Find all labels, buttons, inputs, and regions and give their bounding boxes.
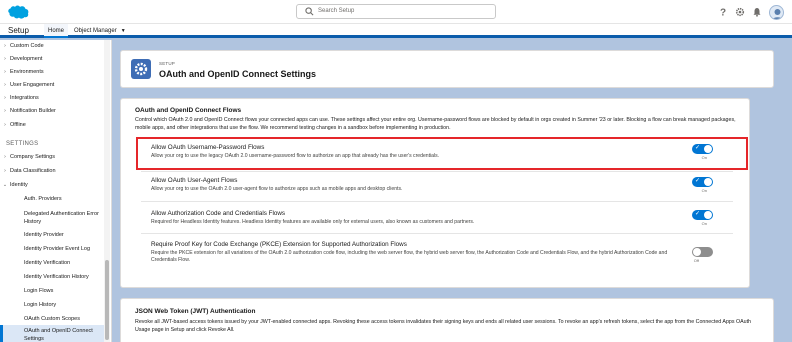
sidebar-item-delegated-auth-error-history[interactable]: Delegated Authentication Error History [24,210,106,226]
setup-sidebar: › Custom Code › Development › Environments … [0,40,112,342]
chevron-right-icon: › [4,154,6,160]
check-icon: ✓ [695,211,701,217]
gear-icon[interactable] [735,7,745,17]
sidebar-item-label: Data Classification [10,168,56,174]
sidebar-item-login-flows[interactable]: Login Flows [24,287,106,295]
toggle-user-agent-flows[interactable]: ✓ [692,177,713,187]
setting-row-auth-code-credentials: Allow Authorization Code and Credentials… [141,201,733,233]
sidebar-item-label: Environments [10,69,44,75]
sidebar-item-label: Notification Builder [10,108,56,114]
flows-description: Control which OAuth 2.0 and OpenID Conne… [135,117,736,131]
page-title: OAuth and OpenID Connect Settings [159,69,316,79]
tab-object-manager-label: Object Manager [74,28,117,34]
sidebar-item-environments[interactable]: › Environments [0,66,104,78]
salesforce-logo[interactable] [6,4,30,20]
chevron-down-icon[interactable]: ▼ [121,24,126,38]
chevron-right-icon: › [4,43,6,49]
flows-heading: OAuth and OpenID Connect Flows [135,107,242,114]
app-name: Setup [8,26,29,35]
highlight-box [136,137,748,170]
global-header: Search Setup ? [0,0,792,24]
tab-object-manager[interactable]: Object Manager ▼ [70,24,130,38]
setting-title: Allow OAuth User-Agent Flows [151,177,238,184]
setting-row-user-agent: Allow OAuth User-Agent Flows Allow your … [141,171,733,201]
sidebar-item-label: Integrations [10,95,39,101]
sidebar-item-identity-verification-history[interactable]: Identity Verification History [24,273,106,281]
search-setup-input[interactable]: Search Setup [296,4,496,19]
setting-description: Allow your org to use the OAuth 2.0 user… [151,186,403,192]
flows-card: OAuth and OpenID Connect Flows Control w… [120,98,750,288]
chevron-right-icon: › [4,108,6,114]
toggle-knob [693,248,701,256]
tab-home[interactable]: Home [44,24,69,38]
sidebar-item-label: Development [10,56,43,62]
settings-page-icon [131,59,151,79]
app-navigation-bar: Setup Home Object Manager ▼ [0,24,792,38]
chevron-right-icon: › [4,95,6,101]
sidebar-item-notification-builder[interactable]: › Notification Builder [0,105,104,117]
sidebar-item-oauth-openid-settings[interactable]: OAuth and OpenID Connect Settings [24,327,106,342]
toggle-pkce-extension[interactable] [692,247,713,257]
notification-bell-icon[interactable] [752,7,762,17]
main-content: SETUP OAuth and OpenID Connect Settings … [112,40,792,342]
svg-text:?: ? [720,8,726,18]
sidebar-item-identity-verification[interactable]: Identity Verification [24,259,106,267]
setting-title: Allow Authorization Code and Credentials… [151,210,286,217]
sidebar-item-label: Company Settings [10,154,55,160]
chevron-down-icon: ⌄ [2,182,8,188]
toggle-knob [704,178,712,186]
jwt-description: Revoke all JWT-based access tokens issue… [135,319,751,333]
user-avatar[interactable] [769,4,784,20]
sidebar-item-development[interactable]: › Development [0,53,104,65]
search-placeholder: Search Setup [318,8,355,14]
sidebar-item-custom-code[interactable]: › Custom Code [0,40,104,52]
toggle-state-label: On [701,221,707,226]
toggle-knob [704,211,712,219]
sidebar-item-data-classification[interactable]: › Data Classification [0,165,104,177]
help-icon[interactable]: ? [718,7,728,18]
sidebar-item-offline[interactable]: › Offline [0,119,104,131]
sidebar-scrollbar-thumb[interactable] [105,260,109,340]
toggle-auth-code-credentials-flows[interactable]: ✓ [692,210,713,220]
chevron-right-icon: › [4,168,6,174]
sidebar-item-identity-provider[interactable]: Identity Provider [24,231,106,239]
toggle-state-label: Off [693,258,699,263]
chevron-right-icon: › [4,56,6,62]
sidebar-section-settings: SETTINGS [6,141,39,147]
header-utility-icons: ? [718,3,784,21]
sidebar-item-identity[interactable]: ⌄ Identity [0,179,104,191]
toggle-state-label: On [701,188,707,193]
setting-description: Required for Headless Identity features.… [151,219,475,225]
setting-row-pkce: Require Proof Key for Code Exchange (PKC… [141,233,733,275]
sidebar-item-label: Custom Code [10,43,44,49]
setting-title: Require Proof Key for Code Exchange (PKC… [151,241,407,248]
avatar-icon [772,8,783,19]
sidebar-item-company-settings[interactable]: › Company Settings [0,151,104,163]
sidebar-item-identity-provider-event-log[interactable]: Identity Provider Event Log [24,245,106,253]
jwt-card: JSON Web Token (JWT) Authentication Revo… [120,298,774,342]
check-icon: ✓ [695,178,701,184]
sidebar-item-login-history[interactable]: Login History [24,301,106,309]
page-eyebrow: SETUP [159,61,176,66]
search-icon [305,7,314,16]
setting-description: Require the PKCE extension for all varia… [151,250,668,263]
sidebar-item-label: User Engagement [10,82,55,88]
page-header: SETUP OAuth and OpenID Connect Settings [120,50,774,88]
sidebar-item-auth-providers[interactable]: Auth. Providers [24,195,106,203]
sidebar-item-label: Identity [10,182,28,188]
sidebar-item-user-engagement[interactable]: › User Engagement [0,79,104,91]
gear-icon [134,62,148,76]
chevron-right-icon: › [4,82,6,88]
jwt-heading: JSON Web Token (JWT) Authentication [135,308,256,315]
sidebar-item-integrations[interactable]: › Integrations [0,92,104,104]
chevron-right-icon: › [4,69,6,75]
sidebar-item-oauth-custom-scopes[interactable]: OAuth Custom Scopes [24,315,106,323]
sidebar-item-label: Offline [10,122,26,128]
chevron-right-icon: › [4,122,6,128]
